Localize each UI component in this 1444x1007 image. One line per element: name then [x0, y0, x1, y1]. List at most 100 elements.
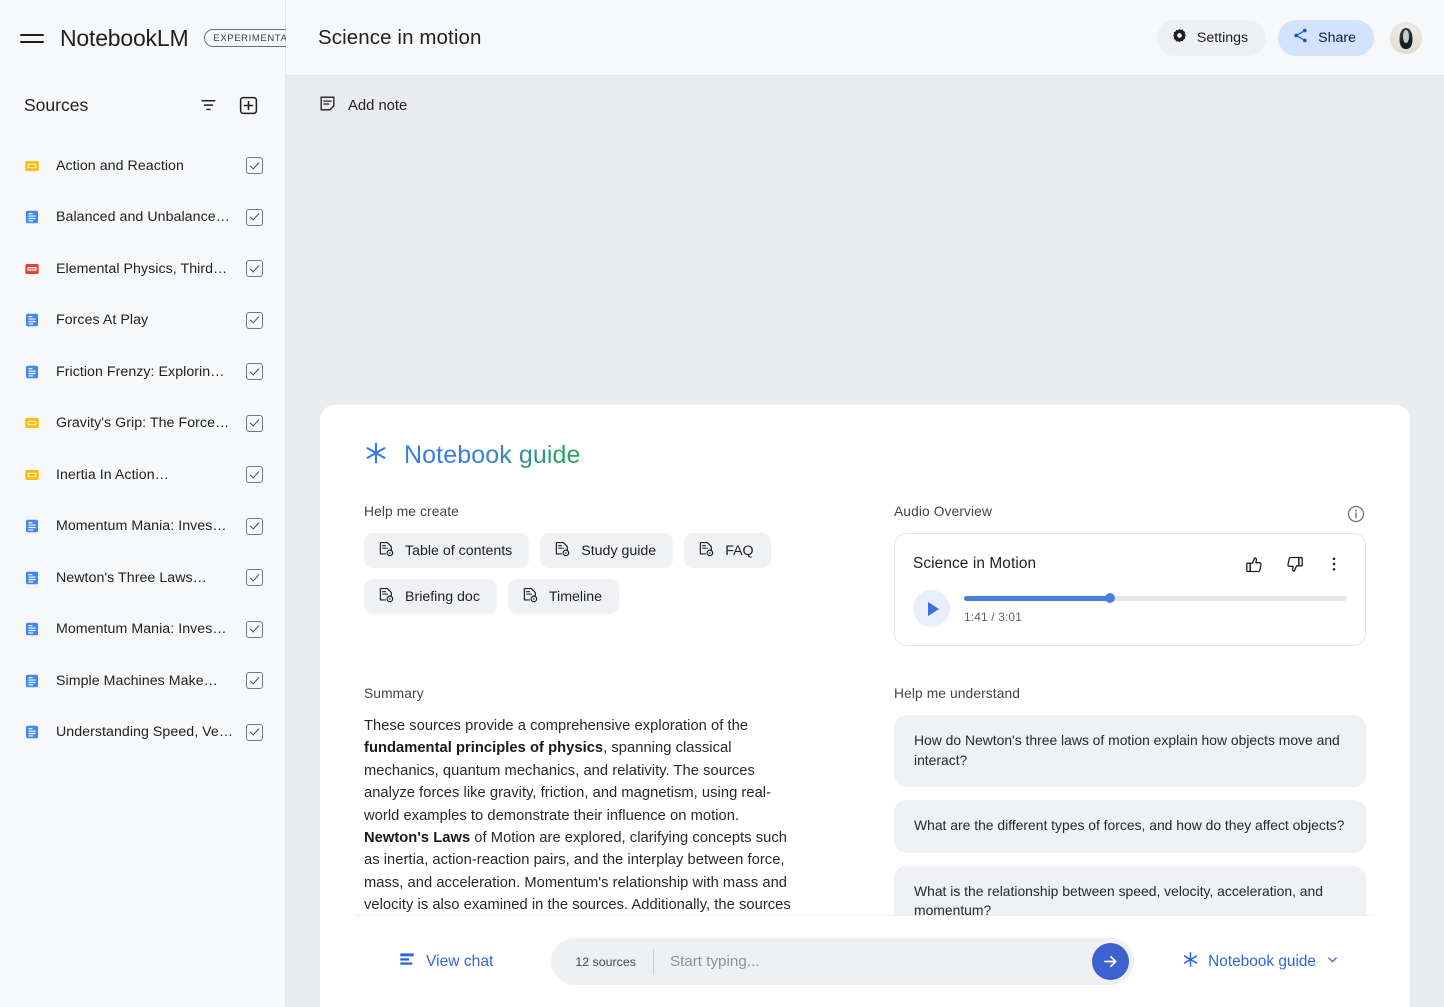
main-area: Science in motion Settings Share Add not…: [286, 0, 1444, 1007]
source-title: Newton's Three Laws…: [56, 569, 207, 586]
chat-bottom-bar: View chat 12 sources N: [354, 915, 1376, 1007]
info-icon[interactable]: [1346, 504, 1366, 524]
create-chip-label: Briefing doc: [405, 588, 480, 605]
notebook-guide-toggle-label: Notebook guide: [1208, 952, 1316, 970]
settings-button[interactable]: Settings: [1156, 19, 1267, 56]
create-chip-label: Table of contents: [405, 542, 513, 559]
source-checkbox[interactable]: [246, 414, 263, 432]
add-note-label: Add note: [348, 97, 408, 114]
source-type-icon-pdf: PDF: [24, 261, 40, 277]
audio-progress-wrap: 1:41 / 3:01: [964, 593, 1347, 624]
notebook-guide-toggle[interactable]: Notebook guide: [1182, 951, 1340, 973]
create-chip[interactable]: FAQ: [684, 533, 771, 568]
source-title: Gravity's Grip: The Force…: [56, 415, 230, 432]
sidebar-header: NotebookLM EXPERIMENTAL: [0, 0, 303, 76]
source-type-icon-doc: [24, 364, 40, 380]
sidebar: NotebookLM EXPERIMENTAL Sources Action a…: [0, 0, 303, 1007]
source-checkbox[interactable]: [246, 569, 263, 587]
source-list-item[interactable]: Gravity's Grip: The Force…: [0, 398, 285, 450]
source-type-icon-doc: [24, 724, 40, 740]
chat-input-wrap: 12 sources: [551, 938, 1135, 985]
source-type-icon-doc: [24, 209, 40, 225]
share-button[interactable]: Share: [1278, 19, 1374, 56]
source-list-item[interactable]: Action and Reaction: [0, 140, 285, 192]
sources-header: Sources: [0, 76, 285, 138]
page-title: Science in motion: [318, 25, 482, 49]
sparkle-icon: [364, 441, 388, 470]
source-type-icon-doc: [24, 312, 40, 328]
hamburger-menu-icon[interactable]: [20, 24, 44, 52]
source-list-item[interactable]: Friction Frenzy: Explorin…: [0, 346, 285, 398]
canvas: Notebook guide Help me create Table of c…: [286, 135, 1444, 1007]
source-title: Elemental Physics, Third…: [56, 260, 228, 277]
suggestion-list: How do Newton's three laws of motion exp…: [894, 715, 1366, 938]
chat-list-icon: [398, 950, 416, 973]
send-button[interactable]: [1092, 943, 1130, 980]
audio-player-controls: 1:41 / 3:01: [913, 590, 1347, 627]
help-me-create-section: Help me create Table of contents Study gu…: [364, 504, 836, 646]
view-chat-button[interactable]: View chat: [398, 950, 493, 973]
audio-track-title: Science in Motion: [913, 555, 1037, 572]
create-chip[interactable]: Timeline: [507, 579, 620, 614]
add-source-icon[interactable]: [233, 90, 263, 120]
source-list-item[interactable]: PDF Elemental Physics, Third…: [0, 243, 285, 295]
source-checkbox[interactable]: [246, 517, 263, 535]
create-chip-label: Timeline: [548, 588, 603, 605]
source-list-item[interactable]: Forces At Play: [0, 295, 285, 347]
audio-progress-bar[interactable]: [964, 593, 1347, 603]
audio-player-card: Science in Motion 1:41 / 3:01: [894, 533, 1366, 646]
thumb-up-icon[interactable]: [1241, 551, 1267, 577]
add-note-button[interactable]: Add note: [318, 94, 407, 117]
source-list-item[interactable]: Momentum Mania: Inves…: [0, 604, 285, 656]
sources-count-badge: 12 sources: [575, 954, 636, 969]
sources-list: Action and Reaction Balanced and Unbalanc…: [0, 138, 285, 1007]
source-type-icon-doc: [24, 518, 40, 534]
suggestion-card[interactable]: How do Newton's three laws of motion exp…: [894, 715, 1366, 787]
help-me-create-label: Help me create: [364, 504, 459, 519]
audio-overview-label: Audio Overview: [894, 504, 993, 519]
source-checkbox[interactable]: [246, 466, 263, 484]
source-checkbox[interactable]: [246, 208, 263, 226]
gear-icon: [1171, 27, 1188, 48]
chat-input[interactable]: [653, 939, 1093, 984]
create-chip[interactable]: Table of contents: [364, 533, 530, 568]
source-checkbox[interactable]: [246, 260, 263, 278]
source-checkbox[interactable]: [246, 157, 263, 175]
create-chip[interactable]: Briefing doc: [364, 579, 497, 614]
source-list-item[interactable]: Inertia In Action…: [0, 449, 285, 501]
create-chip[interactable]: Study guide: [540, 533, 674, 568]
doc-gear-icon: [697, 540, 715, 562]
arrow-right-icon: [1104, 955, 1117, 968]
audio-player-title-row: Science in Motion: [913, 551, 1347, 577]
notebook-guide-title: Notebook guide: [404, 441, 581, 469]
source-list-item[interactable]: Balanced and Unbalance…: [0, 192, 285, 244]
audio-progress-knob[interactable]: [1104, 593, 1115, 603]
note-add-icon: [318, 94, 337, 117]
source-list-item[interactable]: Newton's Three Laws…: [0, 552, 285, 604]
filter-icon[interactable]: [193, 90, 223, 120]
source-list-item[interactable]: Understanding Speed, Ve…: [0, 707, 285, 759]
audio-progress-fill: [964, 595, 1110, 601]
source-type-icon-slides: [24, 158, 40, 174]
suggestion-card[interactable]: What are the different types of forces, …: [894, 800, 1366, 853]
source-checkbox[interactable]: [246, 620, 263, 638]
source-title: Momentum Mania: Inves…: [56, 621, 227, 638]
source-type-icon-doc: [24, 621, 40, 637]
source-list-item[interactable]: Momentum Mania: Inves…: [0, 501, 285, 553]
source-checkbox[interactable]: [246, 672, 263, 690]
source-checkbox[interactable]: [246, 311, 263, 329]
audio-overview-header: Audio Overview: [894, 504, 1366, 533]
avatar[interactable]: [1390, 21, 1422, 54]
more-vertical-icon[interactable]: [1321, 551, 1347, 577]
note-toolbar: Add note: [286, 76, 1444, 135]
source-title: Balanced and Unbalance…: [56, 209, 230, 226]
play-button[interactable]: [913, 590, 950, 627]
source-checkbox[interactable]: [246, 723, 263, 741]
notebook-guide-header: Notebook guide: [320, 405, 1410, 470]
source-list-item[interactable]: Simple Machines Make…: [0, 655, 285, 707]
thumb-down-icon[interactable]: [1281, 551, 1307, 577]
audio-time-display: 1:41 / 3:01: [964, 609, 1022, 624]
source-checkbox[interactable]: [246, 363, 263, 381]
notebook-guide-card: Notebook guide Help me create Table of c…: [320, 405, 1410, 1007]
summary-label: Summary: [364, 686, 424, 701]
